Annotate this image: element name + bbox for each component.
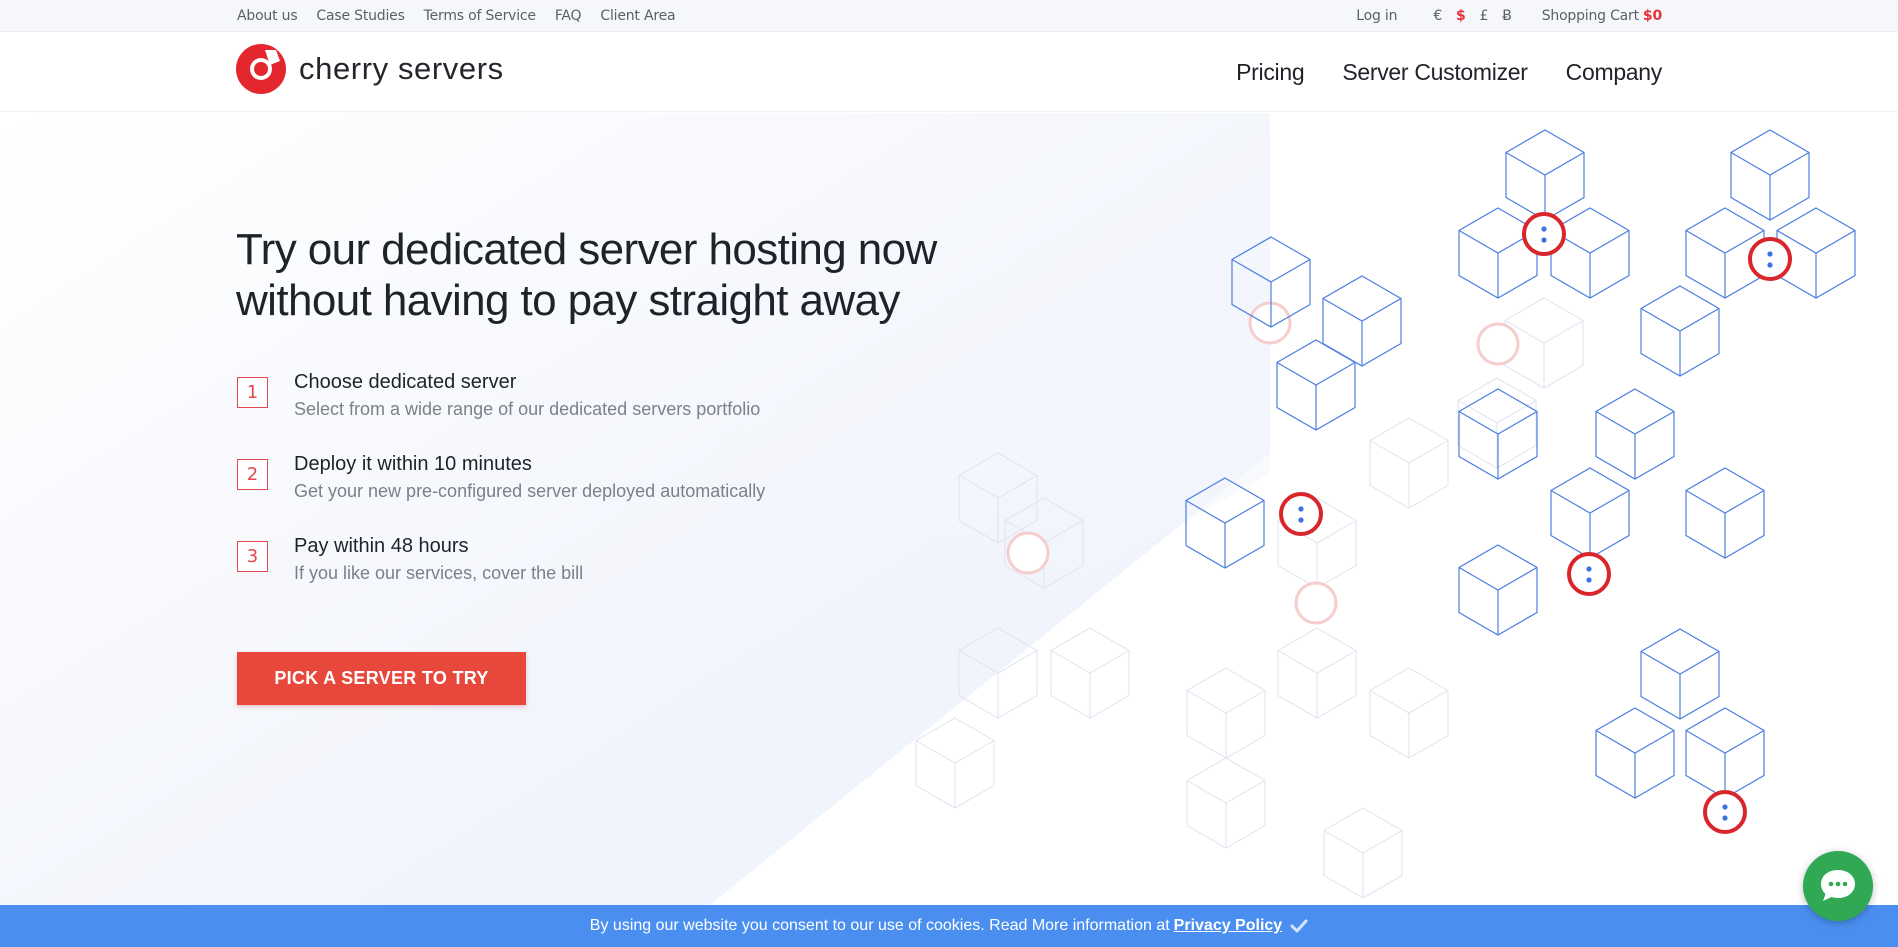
step-description: Select from a wide range of our dedicate… xyxy=(294,399,761,419)
currency-eur[interactable]: € xyxy=(1433,8,1442,24)
step-title: Deploy it within 10 minutes xyxy=(294,453,532,475)
top-nav-about-us[interactable]: About us xyxy=(237,8,298,24)
top-nav-faq[interactable]: FAQ xyxy=(555,8,582,24)
main-nav-pricing[interactable]: Pricing xyxy=(1236,59,1305,86)
logo-link[interactable]: cherry servers xyxy=(236,44,504,94)
privacy-policy-link[interactable]: Privacy Policy xyxy=(1174,917,1283,935)
pick-server-button[interactable]: PICK A SERVER TO TRY xyxy=(237,652,526,705)
checkmark-icon[interactable] xyxy=(1290,917,1308,935)
hero-title-line2: without having to pay straight away xyxy=(236,276,900,325)
cookie-consent-banner: By using our website you consent to our … xyxy=(0,905,1898,947)
main-nav: Pricing Server Customizer Company xyxy=(1236,32,1662,112)
main-header: cherry servers Pricing Server Customizer… xyxy=(0,32,1898,112)
shopping-cart-label: Shopping Cart xyxy=(1541,8,1639,24)
hero-title: Try our dedicated server hosting now wit… xyxy=(236,224,996,326)
currency-usd[interactable]: $ xyxy=(1456,8,1466,24)
cookie-text: By using our website you consent to our … xyxy=(589,917,1170,934)
shopping-cart-link[interactable]: Shopping Cart $0 xyxy=(1542,8,1662,24)
login-link[interactable]: Log in xyxy=(1356,8,1397,24)
step-title: Choose dedicated server xyxy=(294,371,517,393)
chat-bubble-icon xyxy=(1821,870,1855,901)
top-utility-bar: About us Case Studies Terms of Service F… xyxy=(0,0,1898,32)
top-right-controls: Log in € $ £ Ƀ Shopping Cart $0 xyxy=(1356,0,1662,32)
currency-switcher: € $ £ Ƀ xyxy=(1433,8,1512,24)
top-nav-client-area[interactable]: Client Area xyxy=(600,8,675,24)
top-nav: About us Case Studies Terms of Service F… xyxy=(237,0,676,32)
step-number: 3 xyxy=(237,541,268,572)
chat-button[interactable] xyxy=(1803,851,1873,921)
step-description: Get your new pre-configured server deplo… xyxy=(294,481,766,501)
top-nav-terms-of-service[interactable]: Terms of Service xyxy=(424,8,536,24)
main-nav-company[interactable]: Company xyxy=(1566,59,1663,86)
main-nav-server-customizer[interactable]: Server Customizer xyxy=(1342,59,1528,86)
hero-title-line1: Try our dedicated server hosting now xyxy=(236,225,937,274)
currency-btc[interactable]: Ƀ xyxy=(1502,8,1512,24)
cherry-logo-icon xyxy=(236,44,286,94)
hero-section: Try our dedicated server hosting now wit… xyxy=(0,113,1898,905)
step-number: 2 xyxy=(237,459,268,490)
step-title: Pay within 48 hours xyxy=(294,535,469,557)
step-number: 1 xyxy=(237,377,268,408)
step-description: If you like our services, cover the bill xyxy=(294,563,584,583)
top-nav-case-studies[interactable]: Case Studies xyxy=(316,8,404,24)
currency-gbp[interactable]: £ xyxy=(1480,8,1489,24)
logo-text: cherry servers xyxy=(299,51,504,86)
shopping-cart-amount: $0 xyxy=(1642,8,1662,24)
